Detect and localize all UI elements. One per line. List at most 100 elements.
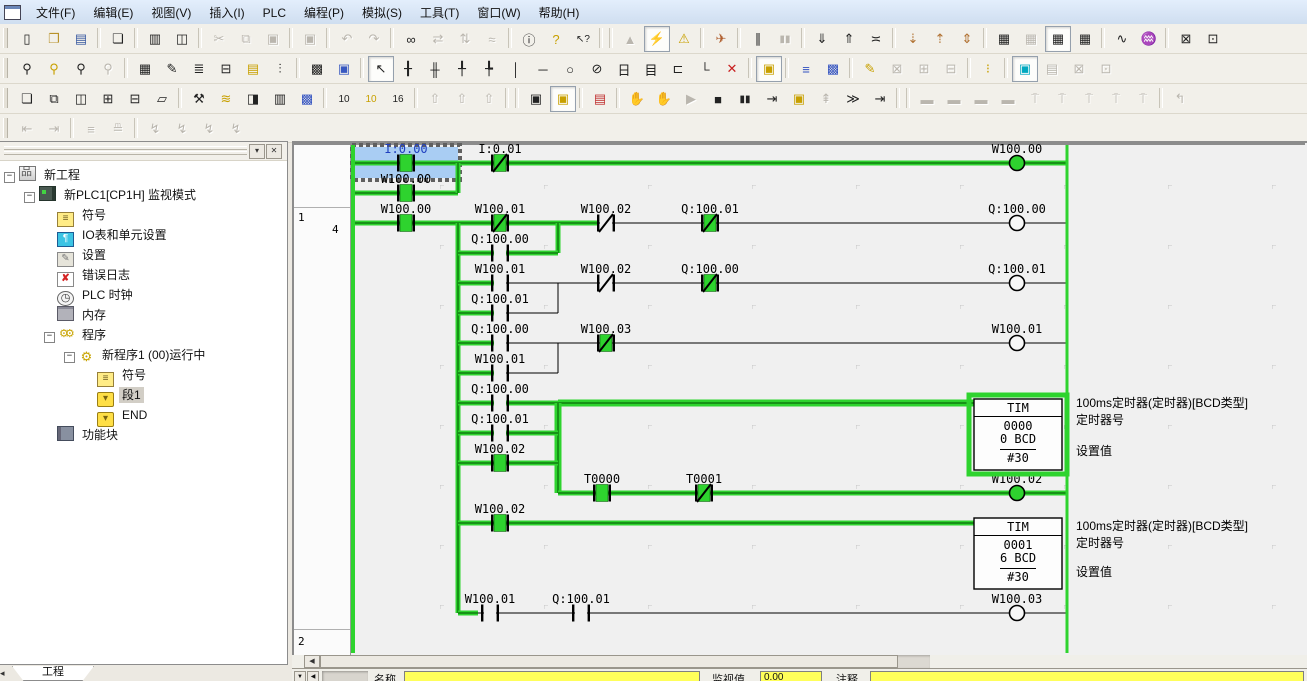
window-1-button[interactable]: ⊞ (95, 86, 121, 112)
tree-item-0[interactable]: −新工程 (0, 165, 287, 185)
vertical-line-button[interactable]: │ (503, 56, 529, 82)
hc-monitor-button[interactable]: ▣ (1012, 56, 1038, 82)
timer-block-0001[interactable]: TIM00016 BCD#30 (974, 518, 1062, 589)
monitor-pause-button[interactable]: ∥ (745, 26, 771, 52)
panel-grab-handle2[interactable] (4, 151, 247, 155)
edit-fb-button[interactable]: ✎ (857, 56, 883, 82)
print-button[interactable]: ▥ (142, 26, 168, 52)
drag-off-button[interactable]: ✋ (651, 86, 677, 112)
new-coil-nc-button[interactable]: ⊘ (584, 56, 610, 82)
menu-s[interactable]: 模拟(S) (353, 2, 411, 24)
array-view-button[interactable]: ▩ (820, 56, 846, 82)
toolbar-handle[interactable] (3, 28, 8, 48)
menu-e[interactable]: 编辑(E) (84, 2, 142, 24)
menu-t[interactable]: 工具(T) (411, 2, 468, 24)
sim-to-cursor-button[interactable]: ⇥ (867, 86, 893, 112)
auto-online-button[interactable]: ✈ (708, 26, 734, 52)
io-table-button[interactable]: ▩ (294, 86, 320, 112)
window-tile-button[interactable]: ⧉ (41, 86, 67, 112)
comment-box-button[interactable]: ✎ (159, 56, 185, 82)
address-reference-button[interactable]: ⁝ (975, 56, 1001, 82)
transfer-from-plc-button[interactable]: ⇑ (836, 26, 862, 52)
timer-block-0000[interactable]: TIM00000 BCD#30 (969, 395, 1067, 474)
time-chart-button[interactable]: ♒ (1136, 26, 1162, 52)
work-online-button[interactable]: ⚡ (644, 26, 670, 52)
show-comment-ci-button[interactable]: ▣ (331, 56, 357, 82)
zoom-custom-button[interactable]: ⚲ (41, 56, 67, 82)
print-preview-button[interactable]: ◫ (169, 26, 195, 52)
delete-line-button[interactable]: ✕ (719, 56, 745, 82)
grid-toggle-button[interactable]: ▦ (132, 56, 158, 82)
ladder-canvas[interactable]: I:0.00I:0.01W100.00W100.00W100.01W100.02… (294, 143, 1305, 655)
save-button[interactable]: ▤ (68, 26, 94, 52)
memory-cassette-1-button[interactable]: ▦ (991, 26, 1017, 52)
set-protect-button[interactable]: ⊠ (1173, 26, 1199, 52)
symbol-bar-button[interactable]: ▤ (240, 56, 266, 82)
menu-plc[interactable]: PLC (254, 2, 295, 24)
address-list-button[interactable]: ▥ (267, 86, 293, 112)
transfer-to-plc-button[interactable]: ⇓ (809, 26, 835, 52)
menu-h[interactable]: 帮助(H) (530, 2, 589, 24)
tree-item-1[interactable]: −新PLC1[CP1H] 监视模式 (0, 185, 287, 205)
tree-item-8[interactable]: −程序 (0, 325, 287, 345)
tree-item-2[interactable]: 符号 (0, 205, 287, 225)
tree-expand-box[interactable]: − (4, 172, 15, 183)
sim-stop-button[interactable]: ■ (705, 86, 731, 112)
tree-item-5[interactable]: 错误日志 (0, 265, 287, 285)
toolbar-handle[interactable] (3, 58, 8, 78)
sim-pause-button[interactable]: ▮▮ (732, 86, 758, 112)
monitor-hex-button[interactable]: 16 (385, 86, 411, 112)
compare-with-plc-button[interactable]: ≍ (863, 26, 889, 52)
monitor-in-rung-button[interactable]: ⊟ (213, 56, 239, 82)
new-coil-button[interactable]: ○ (557, 56, 583, 82)
properties-button[interactable]: ⓘ (516, 26, 542, 52)
sim-window-button[interactable]: ▣ (550, 86, 576, 112)
sim-online-button[interactable]: ▣ (523, 86, 549, 112)
new-instruction-button[interactable]: 日 (611, 56, 637, 82)
menu-v[interactable]: 视图(V) (142, 2, 200, 24)
zoom-in-button[interactable]: ⚲ (68, 56, 94, 82)
help-button[interactable]: ? (543, 26, 569, 52)
cross-ref-button[interactable]: ◨ (240, 86, 266, 112)
local-symbol-tree-button[interactable]: ⫶ (267, 56, 293, 82)
partial-transfer-up-button[interactable]: ⇡ (927, 26, 953, 52)
tree-item-6[interactable]: PLC 时钟 (0, 285, 287, 305)
partial-compare-button[interactable]: ⇕ (954, 26, 980, 52)
window-2-button[interactable]: ⊟ (122, 86, 148, 112)
window-3-button[interactable]: ▱ (149, 86, 175, 112)
drag-mode-button[interactable]: ✋ (624, 86, 650, 112)
stack-view-button[interactable]: ≡ (793, 56, 819, 82)
window-cascade-button[interactable]: ❏ (14, 86, 40, 112)
context-help-button[interactable]: ↖? (570, 26, 596, 52)
io-comment-button[interactable]: ≋ (213, 86, 239, 112)
line-corner-button[interactable]: └ (692, 56, 718, 82)
panel-options-button[interactable]: ▾ (249, 144, 265, 159)
data-trace-button[interactable]: ∿ (1109, 26, 1135, 52)
sim-step-button[interactable]: ⇥ (759, 86, 785, 112)
partial-transfer-down-button[interactable]: ⇣ (900, 26, 926, 52)
menu-p[interactable]: 编程(P) (295, 2, 353, 24)
new-contact-button[interactable]: ╂ (395, 56, 421, 82)
sim-exit-button[interactable]: ▤ (587, 86, 613, 112)
open-button[interactable]: ❐ (41, 26, 67, 52)
new-block-button[interactable]: ⊏ (665, 56, 691, 82)
scroll-left-button[interactable]: ◀ (304, 655, 320, 668)
panel-grab-handle[interactable] (4, 146, 247, 150)
toolbar-handle[interactable] (3, 88, 8, 108)
tree-expand-box[interactable]: − (24, 192, 35, 203)
find-in-project-button[interactable]: ❏ (105, 26, 131, 52)
menu-i[interactable]: 插入(I) (200, 2, 253, 24)
memory-view-button[interactable]: ▦ (1045, 26, 1071, 52)
sim-continuous-button[interactable]: ≫ (840, 86, 866, 112)
monitor-decimal-button[interactable]: 10 (331, 86, 357, 112)
horizontal-line-button[interactable]: ─ (530, 56, 556, 82)
new-instruction-box-button[interactable]: 目 (638, 56, 664, 82)
sim-step-in-button[interactable]: ▣ (786, 86, 812, 112)
window-arrange-button[interactable]: ◫ (68, 86, 94, 112)
panel-close-button[interactable]: ✕ (266, 144, 282, 159)
new-contact-nc-button[interactable]: ╫ (422, 56, 448, 82)
select-tool-button[interactable]: ↖ (368, 56, 394, 82)
tree-item-12[interactable]: END (0, 405, 287, 425)
tree-expand-box[interactable]: − (64, 352, 75, 363)
tree-item-3[interactable]: IO表和单元设置 (0, 225, 287, 245)
